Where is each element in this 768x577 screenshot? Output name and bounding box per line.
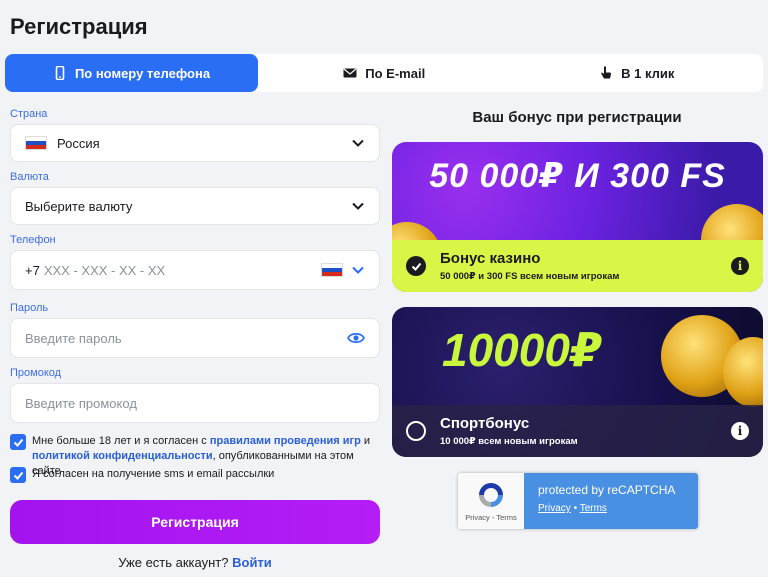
recaptcha-badge[interactable]: Privacy - Terms protected by reCAPTCHA P…: [458, 473, 698, 529]
casino-bonus-panel: Бонус казино 50 000₽ и 300 FS всем новым…: [392, 240, 763, 292]
currency-placeholder: Выберите валюту: [25, 198, 133, 214]
casino-bonus-desc: 50 000₽ и 300 FS всем новым игрокам: [440, 271, 620, 282]
promo-placeholder: Введите промокод: [25, 395, 137, 411]
agree-text-part: Мне больше 18 лет и я согласен с: [32, 435, 210, 447]
promo-label: Промокод: [10, 367, 62, 379]
tab-email[interactable]: По E-mail: [258, 54, 511, 92]
tab-phone[interactable]: По номеру телефона: [5, 54, 258, 92]
russia-flag-icon[interactable]: [321, 263, 343, 277]
password-placeholder: Введите пароль: [25, 330, 122, 346]
phone-icon: [55, 66, 65, 80]
envelope-icon: [343, 68, 357, 78]
recaptcha-protected-text: protected by reCAPTCHA: [538, 483, 676, 497]
info-icon[interactable]: i: [731, 257, 749, 275]
privacy-policy-link[interactable]: политикой конфиденциальности: [32, 450, 213, 462]
casino-bonus-headline: 50 000₽ И 300 FS: [429, 157, 726, 195]
have-account-text: Уже есть аккаунт?: [118, 555, 229, 570]
country-value: Россия: [57, 135, 100, 151]
chevron-down-icon: [352, 139, 364, 147]
sms-row: Я согласен на получение sms и email расс…: [10, 467, 274, 483]
sport-bonus-name: Спортбонус: [440, 415, 530, 432]
recaptcha-text-area: protected by reCAPTCHA Privacy • Terms: [524, 473, 698, 529]
tab-label: По номеру телефона: [74, 65, 211, 81]
recaptcha-icon: [479, 483, 503, 507]
tab-one-click[interactable]: В 1 клик: [511, 54, 764, 92]
sport-bonus-desc: 10 000₽ всем новым игрокам: [440, 436, 578, 447]
radio-unselected[interactable]: [406, 421, 426, 441]
page-title: Регистрация: [10, 14, 148, 39]
check-icon: [13, 471, 23, 480]
currency-label: Валюта: [10, 171, 49, 183]
promo-input[interactable]: Введите промокод: [10, 383, 380, 423]
check-icon: [13, 438, 23, 447]
bonus-title: Ваш бонус при регистрации: [472, 109, 682, 126]
recaptcha-privacy-link[interactable]: Privacy: [538, 503, 571, 514]
phone-prefix: +7: [25, 262, 40, 278]
recaptcha-terms-link[interactable]: Terms: [580, 503, 607, 514]
country-select[interactable]: Россия: [10, 124, 380, 162]
sport-bonus-card[interactable]: 10000₽ Спортбонус 10 000₽ всем новым игр…: [392, 307, 763, 457]
recaptcha-logo-area: Privacy - Terms: [458, 473, 524, 529]
pointer-icon: [601, 66, 612, 79]
register-button[interactable]: Регистрация: [10, 500, 380, 544]
rules-link[interactable]: правилами проведения игр: [210, 435, 361, 447]
sms-text: Я согласен на получение sms и email расс…: [32, 468, 275, 480]
tab-label: По E-mail: [365, 65, 426, 81]
recaptcha-small-links: Privacy - Terms: [465, 513, 517, 522]
phone-input[interactable]: +7 XXX - XXX - XX - XX: [10, 250, 380, 290]
casino-bonus-name: Бонус казино: [440, 250, 541, 267]
login-row: Уже есть аккаунт? Войти: [10, 555, 380, 570]
agree-checkbox[interactable]: [10, 434, 26, 450]
phone-placeholder: XXX - XXX - XX - XX: [43, 262, 166, 278]
chevron-down-icon[interactable]: [351, 263, 365, 277]
phone-label: Телефон: [10, 234, 56, 246]
sport-bonus-panel: Спортбонус 10 000₽ всем новым игрокам i: [392, 405, 763, 457]
country-label: Страна: [10, 108, 48, 120]
currency-select[interactable]: Выберите валюту: [10, 187, 380, 225]
selected-check-icon: [406, 256, 426, 276]
registration-tabs: По номеру телефона По E-mail В 1 клик: [5, 54, 763, 92]
password-label: Пароль: [10, 302, 49, 314]
sport-bonus-headline: 10000₽: [442, 324, 602, 376]
login-link[interactable]: Войти: [232, 555, 272, 570]
eye-icon[interactable]: [347, 331, 365, 345]
info-icon[interactable]: i: [731, 422, 749, 440]
russia-flag-icon: [25, 136, 47, 150]
sms-checkbox[interactable]: [10, 467, 26, 483]
password-input[interactable]: Введите пароль: [10, 318, 380, 358]
agree-text-part: и: [360, 435, 370, 447]
tab-label: В 1 клик: [621, 65, 675, 81]
casino-bonus-card[interactable]: 50 000₽ И 300 FS Бонус казино 50 000₽ и …: [392, 142, 763, 292]
chevron-down-icon: [352, 202, 364, 210]
